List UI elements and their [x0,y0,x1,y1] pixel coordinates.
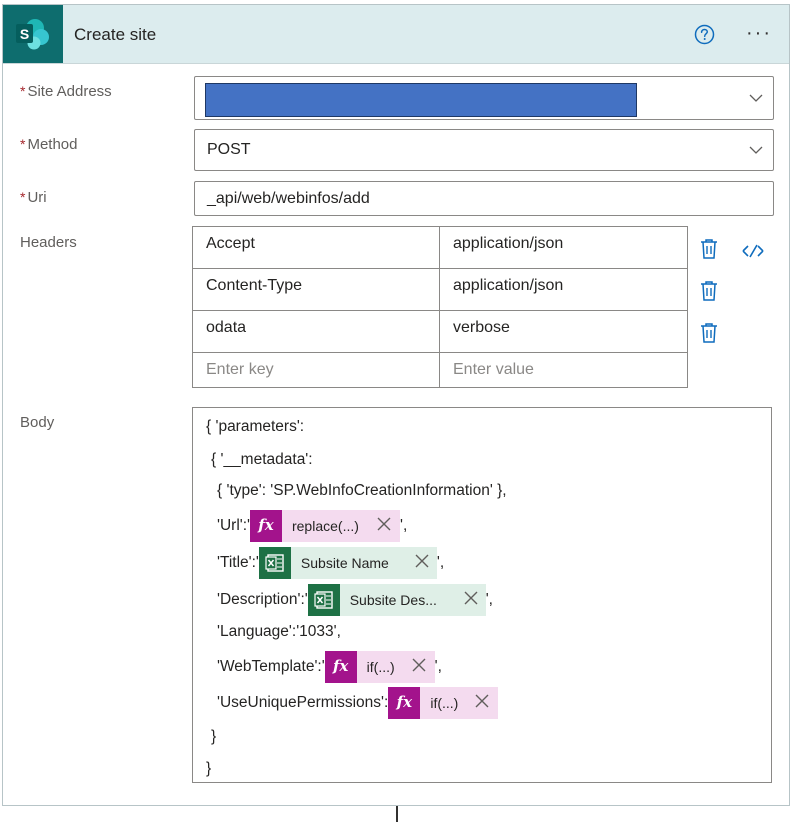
delete-row-icon[interactable] [700,280,718,301]
body-line: { '__metadata': [211,451,313,468]
dynamic-content-token[interactable]: Subsite Des... [307,584,486,616]
body-text: ', [485,591,493,609]
header-key-input[interactable]: Content-Type [193,269,439,311]
action-card: S Create site ··· * Site Address * Method … [2,4,790,806]
expression-token[interactable]: fx if(...) [324,651,435,683]
flow-connector-line [396,806,398,822]
action-header[interactable]: S Create site ··· [3,5,789,64]
uri-input[interactable]: _api/web/webinfos/add [194,181,774,216]
token-label: if(...) [430,695,459,711]
header-value-placeholder[interactable]: Enter value [440,353,687,395]
header-key-placeholder[interactable]: Enter key [193,353,439,395]
remove-token-icon[interactable] [376,516,392,532]
svg-text:S: S [20,26,29,42]
body-line: } [211,728,217,745]
headers-label: Headers [20,234,77,251]
header-value-input[interactable]: application/json [440,227,687,269]
fx-icon: fx [249,510,282,542]
excel-icon [307,584,340,616]
method-label-text: Method [27,136,78,153]
remove-token-icon[interactable] [411,657,427,673]
body-text: 'WebTemplate':' [217,658,325,676]
expression-token[interactable]: fx replace(...) [249,510,400,542]
body-text: ', [434,658,442,676]
header-value-input[interactable]: verbose [440,311,687,353]
required-marker: * [20,136,26,152]
action-title: Create site [74,25,157,44]
token-label: if(...) [366,659,395,675]
body-text: 'Url':' [217,517,250,535]
dynamic-content-token[interactable]: Subsite Name [258,547,437,579]
body-line: { 'type': 'SP.WebInfoCreationInformation… [217,482,507,499]
site-address-label: * Site Address [20,83,112,100]
method-dropdown[interactable]: POST [194,129,774,171]
header-key-input[interactable]: Accept [193,227,439,269]
body-text: 'Description':' [217,591,308,609]
expression-token[interactable]: fx if(...) [388,687,499,719]
token-label: Subsite Des... [349,592,437,608]
body-line-url: 'Url':' fx replace(...) ', [217,510,407,542]
redacted-value [205,83,637,117]
body-text: ', [399,517,408,535]
remove-token-icon[interactable] [474,693,490,709]
uri-label: * Uri [20,189,47,206]
more-options-icon[interactable]: ··· [746,22,772,45]
body-line: 'Language':'1033', [217,623,341,640]
headers-table: Accept application/json Content-Type app… [192,226,688,388]
switch-to-text-mode-icon[interactable] [740,241,766,261]
site-address-dropdown[interactable] [194,76,774,120]
delete-row-icon[interactable] [700,238,718,259]
body-label: Body [20,414,55,431]
site-address-label-text: Site Address [27,83,112,100]
remove-token-icon[interactable] [463,590,479,606]
method-value: POST [207,141,251,158]
body-line-unique-permissions: 'UseUniquePermissions': fx if(...) [217,687,499,719]
body-editor[interactable]: { 'parameters': { '__metadata': { 'type'… [192,407,772,783]
uri-value: _api/web/webinfos/add [207,190,370,207]
method-label: * Method [20,136,78,153]
uri-label-text: Uri [27,189,47,206]
body-line: { 'parameters': [206,418,305,435]
excel-icon [258,547,291,579]
body-line: } [206,760,212,777]
token-label: Subsite Name [300,555,389,571]
body-text: ', [436,554,445,572]
required-marker: * [20,189,26,205]
remove-token-icon[interactable] [414,553,430,569]
fx-icon: fx [388,687,421,719]
chevron-down-icon[interactable] [749,143,763,157]
body-line-description: 'Description':' Subsite Des... ', [217,584,493,616]
body-line-webtemplate: 'WebTemplate':' fx if(...) ', [217,651,442,683]
token-label: replace(...) [291,518,359,534]
sharepoint-icon: S [16,19,49,50]
delete-row-icon[interactable] [700,322,718,343]
chevron-down-icon[interactable] [749,91,763,105]
header-value-input[interactable]: application/json [440,269,687,311]
fx-icon: fx [324,651,357,683]
help-circle-icon[interactable] [694,24,715,45]
sharepoint-app-tile: S [3,5,63,63]
body-line-title: 'Title':' Subsite Name ', [217,547,444,579]
header-key-input[interactable]: odata [193,311,439,353]
body-text: 'Title':' [217,554,259,572]
body-text: 'UseUniquePermissions': [217,694,389,712]
required-marker: * [20,83,26,99]
